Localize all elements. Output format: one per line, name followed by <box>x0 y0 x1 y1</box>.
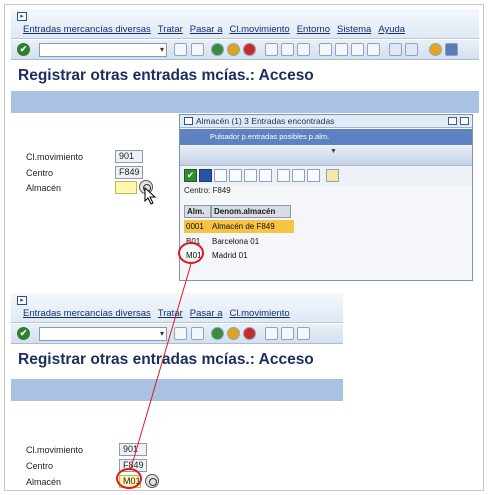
annotation-connector-line <box>130 263 192 469</box>
tutorial-frame: ▸ Entradas mercancías diversas Tratar Pasa… <box>4 4 484 491</box>
